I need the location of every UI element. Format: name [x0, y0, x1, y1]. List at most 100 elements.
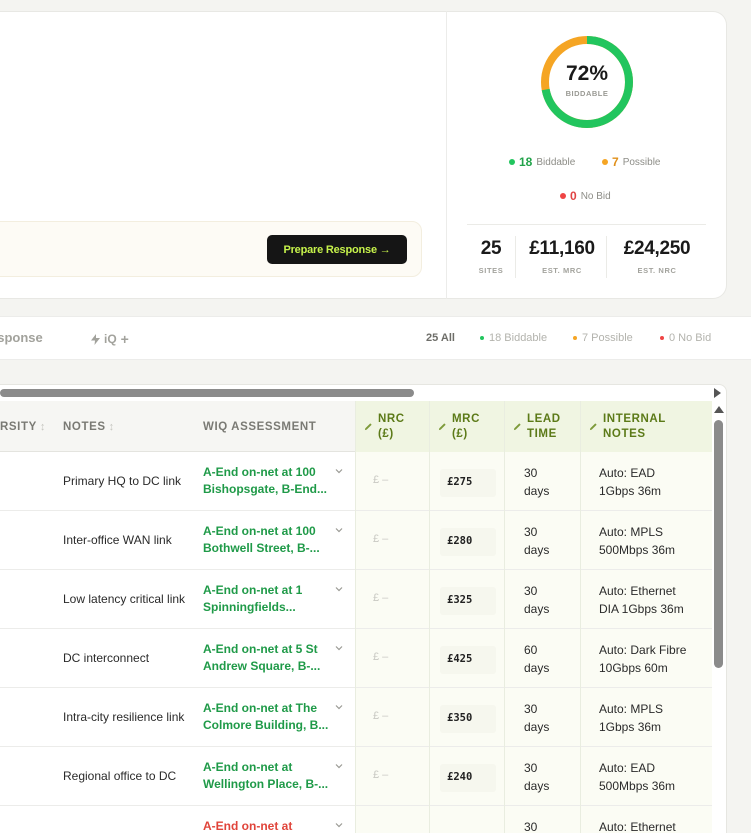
chevron-down-icon[interactable] [335, 526, 343, 534]
internal-notes-value[interactable]: Auto: EAD 1Gbps 36m [599, 464, 709, 500]
nrc-value[interactable]: £ – [373, 592, 388, 604]
nrc-value[interactable]: £ – [373, 533, 388, 545]
scroll-up-arrow-icon[interactable] [714, 406, 724, 413]
lead-time-number: 30 [524, 761, 538, 775]
assessment-text[interactable]: A-End on-net at 5 St Andrew Square, B-... [203, 641, 331, 675]
notes-text: Regional office to DC [63, 769, 177, 783]
internal-notes-value[interactable]: Auto: Ethernet [599, 818, 709, 833]
lead-time-value[interactable]: 30 days [524, 700, 574, 736]
prepare-response-button[interactable]: Prepare Response → [267, 235, 407, 264]
column-header-lead-time[interactable]: LEAD TIME [505, 401, 580, 452]
nrc-cell[interactable] [356, 806, 429, 833]
filter-nobid[interactable]: 0 No Bid [660, 332, 711, 344]
table-row[interactable]: Intra-city resilience link A-End on-net … [0, 688, 712, 747]
stats-divider [467, 224, 706, 225]
nrc-value[interactable]: £ – [373, 474, 388, 486]
internal-notes-value[interactable]: Auto: Ethernet DIA 1Gbps 36m [599, 582, 709, 618]
scroll-right-arrow-icon[interactable] [714, 388, 721, 398]
header-lead-label: LEAD [527, 412, 561, 425]
lead-time-value[interactable]: 30 days [524, 759, 574, 795]
nrc-cell[interactable] [356, 629, 429, 687]
lead-time-value[interactable]: 60 days [524, 641, 574, 677]
table-row[interactable]: Low latency critical link A-End on-net a… [0, 570, 712, 629]
chevron-down-icon[interactable] [335, 585, 343, 593]
pencil-icon [438, 423, 446, 431]
orange-dot-icon [573, 336, 577, 340]
internal-notes-value[interactable]: Auto: MPLS 1Gbps 36m [599, 700, 709, 736]
lead-time-value[interactable]: 30 days [524, 523, 574, 559]
legend-nobid-count: 0 [570, 189, 577, 203]
internal-notes-value[interactable]: Auto: EAD 500Mbps 36m [599, 759, 709, 795]
table-row[interactable]: Regional office to DC A-End on-net at Wel… [0, 747, 712, 806]
column-header-diversity[interactable]: RSITY ↕ [0, 401, 46, 452]
internal-notes-line-2: DIA 1Gbps 36m [599, 602, 684, 616]
chevron-down-icon[interactable] [335, 644, 343, 652]
assessment-text[interactable]: A-End on-net at [203, 818, 331, 833]
table-row[interactable]: Primary HQ to DC link A-End on-net at 10… [0, 452, 712, 511]
column-header-mrc[interactable]: MRC (£) [430, 401, 504, 452]
assessment-line-2: Bishopsgate, B-End... [203, 482, 328, 496]
mrc-value[interactable]: £425 [447, 653, 472, 665]
add-plus-icon[interactable]: + [121, 331, 129, 347]
filter-biddable[interactable]: 18 Biddable [480, 332, 547, 344]
column-header-notes[interactable]: NOTES ↕ [63, 401, 115, 452]
nrc-value[interactable]: £ – [373, 769, 388, 781]
mrc-value[interactable]: £275 [447, 476, 472, 488]
lead-time-value[interactable]: 30 [524, 818, 574, 833]
mrc-value[interactable]: £350 [447, 712, 472, 724]
mrc-cell[interactable] [430, 806, 504, 833]
lead-time-number: 30 [524, 525, 538, 539]
nrc-cell[interactable] [356, 452, 429, 510]
chevron-down-icon[interactable] [335, 703, 343, 711]
tab-iq-label: iQ [104, 332, 117, 346]
assessment-text[interactable]: A-End on-net at 100 Bishopsgate, B-End... [203, 464, 331, 498]
column-header-nrc[interactable]: NRC (£) [356, 401, 429, 452]
nrc-cell[interactable] [356, 511, 429, 569]
internal-notes-value[interactable]: Auto: MPLS 500Mbps 36m [599, 523, 709, 559]
nrc-cell[interactable] [356, 747, 429, 805]
assessment-text[interactable]: A-End on-net at The Colmore Building, B..… [203, 700, 331, 734]
lead-time-number: 30 [524, 466, 538, 480]
column-header-internal-notes[interactable]: INTERNAL NOTES [581, 401, 712, 452]
header-lead-label-2: TIME [527, 427, 557, 440]
nrc-value[interactable]: £ – [373, 710, 388, 722]
chevron-down-icon[interactable] [335, 762, 343, 770]
chevron-down-icon[interactable] [335, 467, 343, 475]
chevron-down-icon[interactable] [335, 821, 343, 829]
lead-time-value[interactable]: 30 days [524, 464, 574, 500]
column-header-assessment[interactable]: WIQ ASSESSMENT [203, 401, 316, 452]
lead-time-number: 60 [524, 643, 538, 657]
nrc-cell[interactable] [356, 570, 429, 628]
internal-notes-line-2: 1Gbps 36m [599, 720, 662, 734]
internal-notes-value[interactable]: Auto: Dark Fibre 10Gbps 60m [599, 641, 709, 677]
vertical-scrollbar-thumb[interactable] [714, 420, 723, 668]
mrc-value[interactable]: £325 [447, 594, 472, 606]
lead-time-number: 30 [524, 820, 538, 833]
table-row[interactable]: DC interconnect A-End on-net at 5 St Andr… [0, 629, 712, 688]
mrc-value[interactable]: £280 [447, 535, 472, 547]
table-row[interactable]: Inter-office WAN link A-End on-net at 10… [0, 511, 712, 570]
stat-nrc-label: EST. NRC [637, 266, 677, 275]
tab-response[interactable]: esponse [0, 330, 43, 345]
nrc-cell[interactable] [356, 688, 429, 746]
filter-all[interactable]: 25 All [426, 332, 455, 344]
legend-possible-label: Possible [622, 156, 661, 168]
assessment-text[interactable]: A-End on-net at 100 Bothwell Street, B-..… [203, 523, 331, 557]
column-divider [429, 401, 430, 833]
assessment-text[interactable]: A-End on-net at Wellington Place, B-... [203, 759, 331, 793]
table-row[interactable]: A-End on-net at 30 Auto: Ethernet [0, 806, 712, 833]
lead-time-value[interactable]: 30 days [524, 582, 574, 618]
horizontal-scrollbar-thumb[interactable] [0, 389, 414, 397]
filter-possible[interactable]: 7 Possible [573, 332, 633, 344]
lead-time-unit: days [524, 779, 550, 793]
tab-iq[interactable]: iQ + [91, 331, 129, 347]
stat-sites: 25 SITES [467, 238, 515, 275]
mrc-value[interactable]: £240 [447, 771, 472, 783]
assessment-text[interactable]: A-End on-net at 1 Spinningfields... [203, 582, 331, 616]
header-assessment-label: WIQ ASSESSMENT [203, 420, 317, 433]
sort-icon[interactable]: ↕ [40, 421, 46, 433]
notes-text: Inter-office WAN link [63, 533, 172, 547]
sort-icon[interactable]: ↕ [109, 421, 115, 433]
biddable-percent: 72% [565, 62, 609, 85]
nrc-value[interactable]: £ – [373, 651, 388, 663]
